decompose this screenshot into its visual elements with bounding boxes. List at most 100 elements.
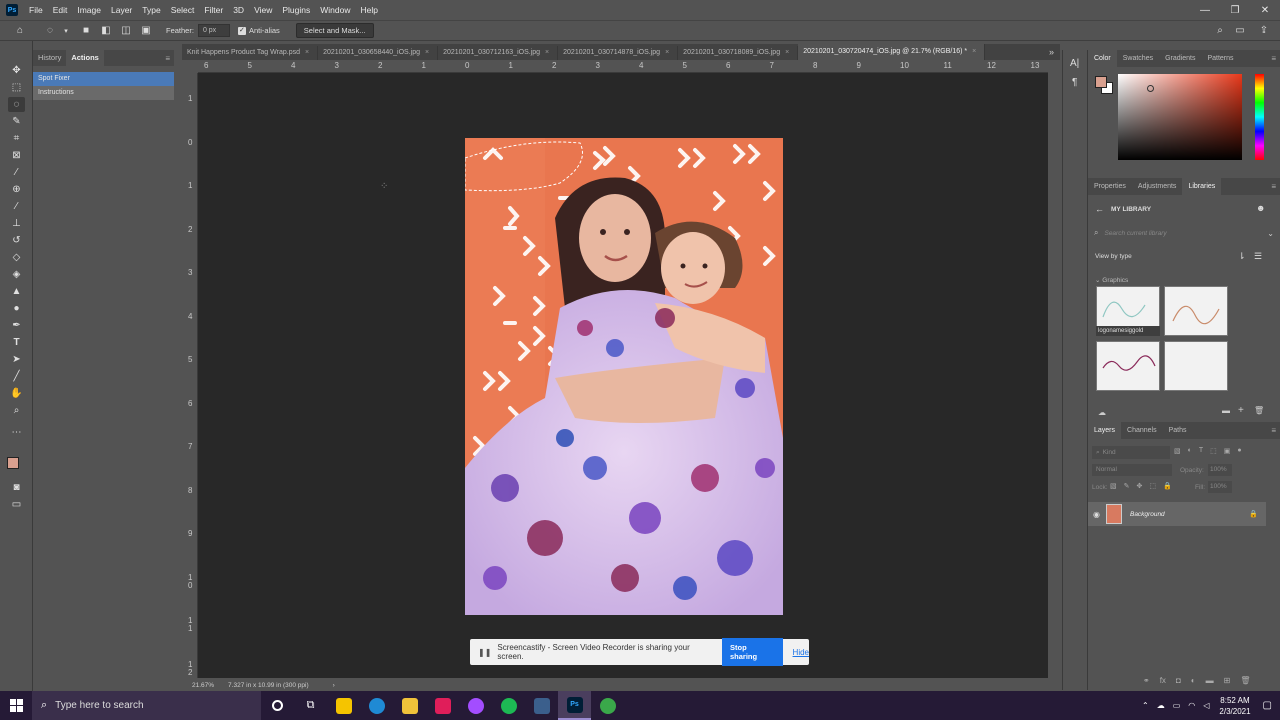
menu-plugins[interactable]: Plugins	[277, 5, 315, 15]
add-mask-icon[interactable]: ◘	[1176, 676, 1181, 685]
tab-properties[interactable]: Properties	[1088, 178, 1132, 195]
smart-object-filter-icon[interactable]: ▣	[1224, 447, 1231, 455]
list-view-icon[interactable]: ☰	[1254, 251, 1262, 262]
tabs-overflow-icon[interactable]: »	[1049, 44, 1054, 60]
maximize-icon[interactable]: ❐	[1220, 0, 1250, 20]
add-selection-icon[interactable]: ◧	[98, 24, 114, 38]
close-tab-icon[interactable]: ×	[665, 49, 669, 56]
layer-row[interactable]: ◉ Background 🔒	[1088, 502, 1266, 526]
color-field[interactable]	[1118, 74, 1242, 160]
crop-tool-icon[interactable]: ⌗	[8, 131, 25, 146]
panel-menu-icon[interactable]: ≡	[1271, 54, 1276, 63]
menu-3d[interactable]: 3D	[228, 5, 249, 15]
tray-overflow-icon[interactable]: ⌃	[1142, 701, 1149, 710]
new-selection-icon[interactable]: ■	[78, 24, 94, 38]
document-image[interactable]	[465, 138, 783, 615]
doc-tab[interactable]: 20210201_030718089_iOS.jpg ×	[678, 46, 799, 60]
taskbar-search-box[interactable]: ⌕ Type here to search	[32, 691, 261, 720]
history-brush-tool-icon[interactable]: ↺	[8, 233, 25, 248]
type-filter-icon[interactable]: T	[1199, 447, 1203, 455]
status-menu-icon[interactable]: ›	[333, 682, 335, 689]
sort-icon[interactable]: ⇂	[1238, 251, 1246, 262]
link-layers-icon[interactable]: ⚭	[1143, 676, 1150, 685]
eye-icon[interactable]: ◉	[1093, 510, 1100, 519]
select-and-mask-button[interactable]: Select and Mask...	[295, 23, 374, 38]
paragraph-panel-icon[interactable]: ¶	[1072, 77, 1077, 88]
foreground-color-swatch[interactable]	[7, 457, 19, 469]
lasso-tool-icon[interactable]: ◌	[8, 97, 25, 112]
clock[interactable]: 8:52 AM 2/3/2021	[1219, 695, 1250, 717]
tab-adjustments[interactable]: Adjustments	[1132, 178, 1183, 195]
lasso-preset-icon[interactable]: ◌	[42, 24, 58, 38]
menu-view[interactable]: View	[249, 5, 277, 15]
doc-tab[interactable]: Knit Happens Product Tag Wrap.psd ×	[182, 46, 319, 60]
cortana-icon[interactable]	[261, 691, 294, 720]
pixel-filter-icon[interactable]: ▧	[1174, 447, 1181, 455]
folder-icon[interactable]: ▬	[1222, 406, 1230, 415]
close-tab-icon[interactable]: ×	[425, 49, 429, 56]
messenger-icon[interactable]	[459, 691, 492, 720]
menu-type[interactable]: Type	[137, 5, 165, 15]
edge-icon[interactable]	[360, 691, 393, 720]
volume-icon[interactable]: ◁	[1203, 701, 1209, 710]
screen-mode-icon[interactable]: ▭	[8, 497, 25, 512]
menu-window[interactable]: Window	[315, 5, 355, 15]
new-group-icon[interactable]: ▬	[1206, 676, 1214, 685]
back-arrow-icon[interactable]: ←	[1095, 204, 1104, 214]
opacity-input[interactable]: 100%	[1208, 464, 1232, 476]
doc-tab[interactable]: 20210201_030658440_iOS.jpg ×	[318, 46, 439, 60]
chevron-down-icon[interactable]: ⌄	[1267, 229, 1274, 238]
layer-name[interactable]: Background	[1130, 511, 1165, 518]
frame-tool-icon[interactable]: ⊠	[8, 148, 25, 163]
share-icon[interactable]: ⇪	[1256, 24, 1272, 38]
lock-all-icon[interactable]: 🔒	[1163, 482, 1172, 490]
tab-gradients[interactable]: Gradients	[1159, 50, 1201, 67]
adjustment-filter-icon[interactable]: ◐	[1188, 447, 1192, 455]
zoom-level[interactable]: 21.67%	[192, 682, 214, 689]
task-view-icon[interactable]: ⧉	[294, 691, 327, 720]
tab-layers[interactable]: Layers	[1088, 422, 1122, 439]
eyedropper-tool-icon[interactable]: ⁄	[8, 165, 25, 180]
feather-input[interactable]: 0 px	[197, 24, 230, 37]
blur-tool-icon[interactable]: ▲	[8, 284, 25, 299]
shape-filter-icon[interactable]: ⬚	[1210, 447, 1217, 455]
character-panel-icon[interactable]: A|	[1070, 58, 1079, 69]
menu-help[interactable]: Help	[355, 5, 382, 15]
fx-icon[interactable]: fx	[1160, 676, 1166, 685]
library-graphic-thumb[interactable]	[1164, 286, 1228, 336]
line-tool-icon[interactable]: ╱	[8, 369, 25, 384]
library-name[interactable]: MY LIBRARY	[1111, 206, 1151, 213]
dodge-tool-icon[interactable]: ●	[8, 301, 25, 316]
tab-channels[interactable]: Channels	[1121, 422, 1163, 439]
menu-layer[interactable]: Layer	[106, 5, 137, 15]
fg-color-chip[interactable]	[1095, 76, 1107, 88]
type-tool-icon[interactable]: T	[8, 335, 25, 350]
lock-position-icon[interactable]: ✥	[1137, 482, 1143, 490]
lock-icon[interactable]: 🔒	[1249, 510, 1258, 518]
fill-input[interactable]: 100%	[1208, 481, 1232, 493]
eraser-tool-icon[interactable]: ◇	[8, 250, 25, 265]
move-tool-icon[interactable]: ✥	[8, 63, 25, 78]
library-graphic-thumb[interactable]	[1164, 341, 1228, 391]
new-layer-icon[interactable]: ⊞	[1224, 676, 1231, 685]
marquee-tool-icon[interactable]: ⬚	[8, 80, 25, 95]
close-tab-icon[interactable]: ×	[785, 49, 789, 56]
doc-tab[interactable]: 20210201_030712163_iOS.jpg ×	[438, 46, 559, 60]
stop-sharing-button[interactable]: Stop sharing	[722, 638, 783, 666]
add-icon[interactable]: +	[1238, 405, 1244, 416]
lock-transparency-icon[interactable]: ▧	[1110, 482, 1117, 490]
doc-tab-active[interactable]: 20210201_030720474_iOS.jpg @ 21.7% (RGB/…	[798, 44, 986, 60]
workspace-icon[interactable]: ▭	[1232, 24, 1248, 38]
lock-artboard-icon[interactable]: ⬚	[1149, 482, 1156, 490]
new-adjustment-icon[interactable]: ◐	[1191, 676, 1196, 685]
menu-file[interactable]: File	[24, 5, 48, 15]
tab-swatches[interactable]: Swatches	[1117, 50, 1159, 67]
blend-mode-select[interactable]: Normal	[1092, 464, 1172, 476]
close-tab-icon[interactable]: ×	[972, 48, 976, 55]
zoom-tool-icon[interactable]: ⌕	[8, 403, 25, 418]
hand-tool-icon[interactable]: ✋	[8, 386, 25, 401]
home-icon[interactable]: ⌂	[12, 24, 28, 38]
cloud-icon[interactable]: ☁	[1098, 408, 1106, 417]
sticky-notes-icon[interactable]	[327, 691, 360, 720]
action-item[interactable]: Spot Fixer	[33, 72, 174, 86]
